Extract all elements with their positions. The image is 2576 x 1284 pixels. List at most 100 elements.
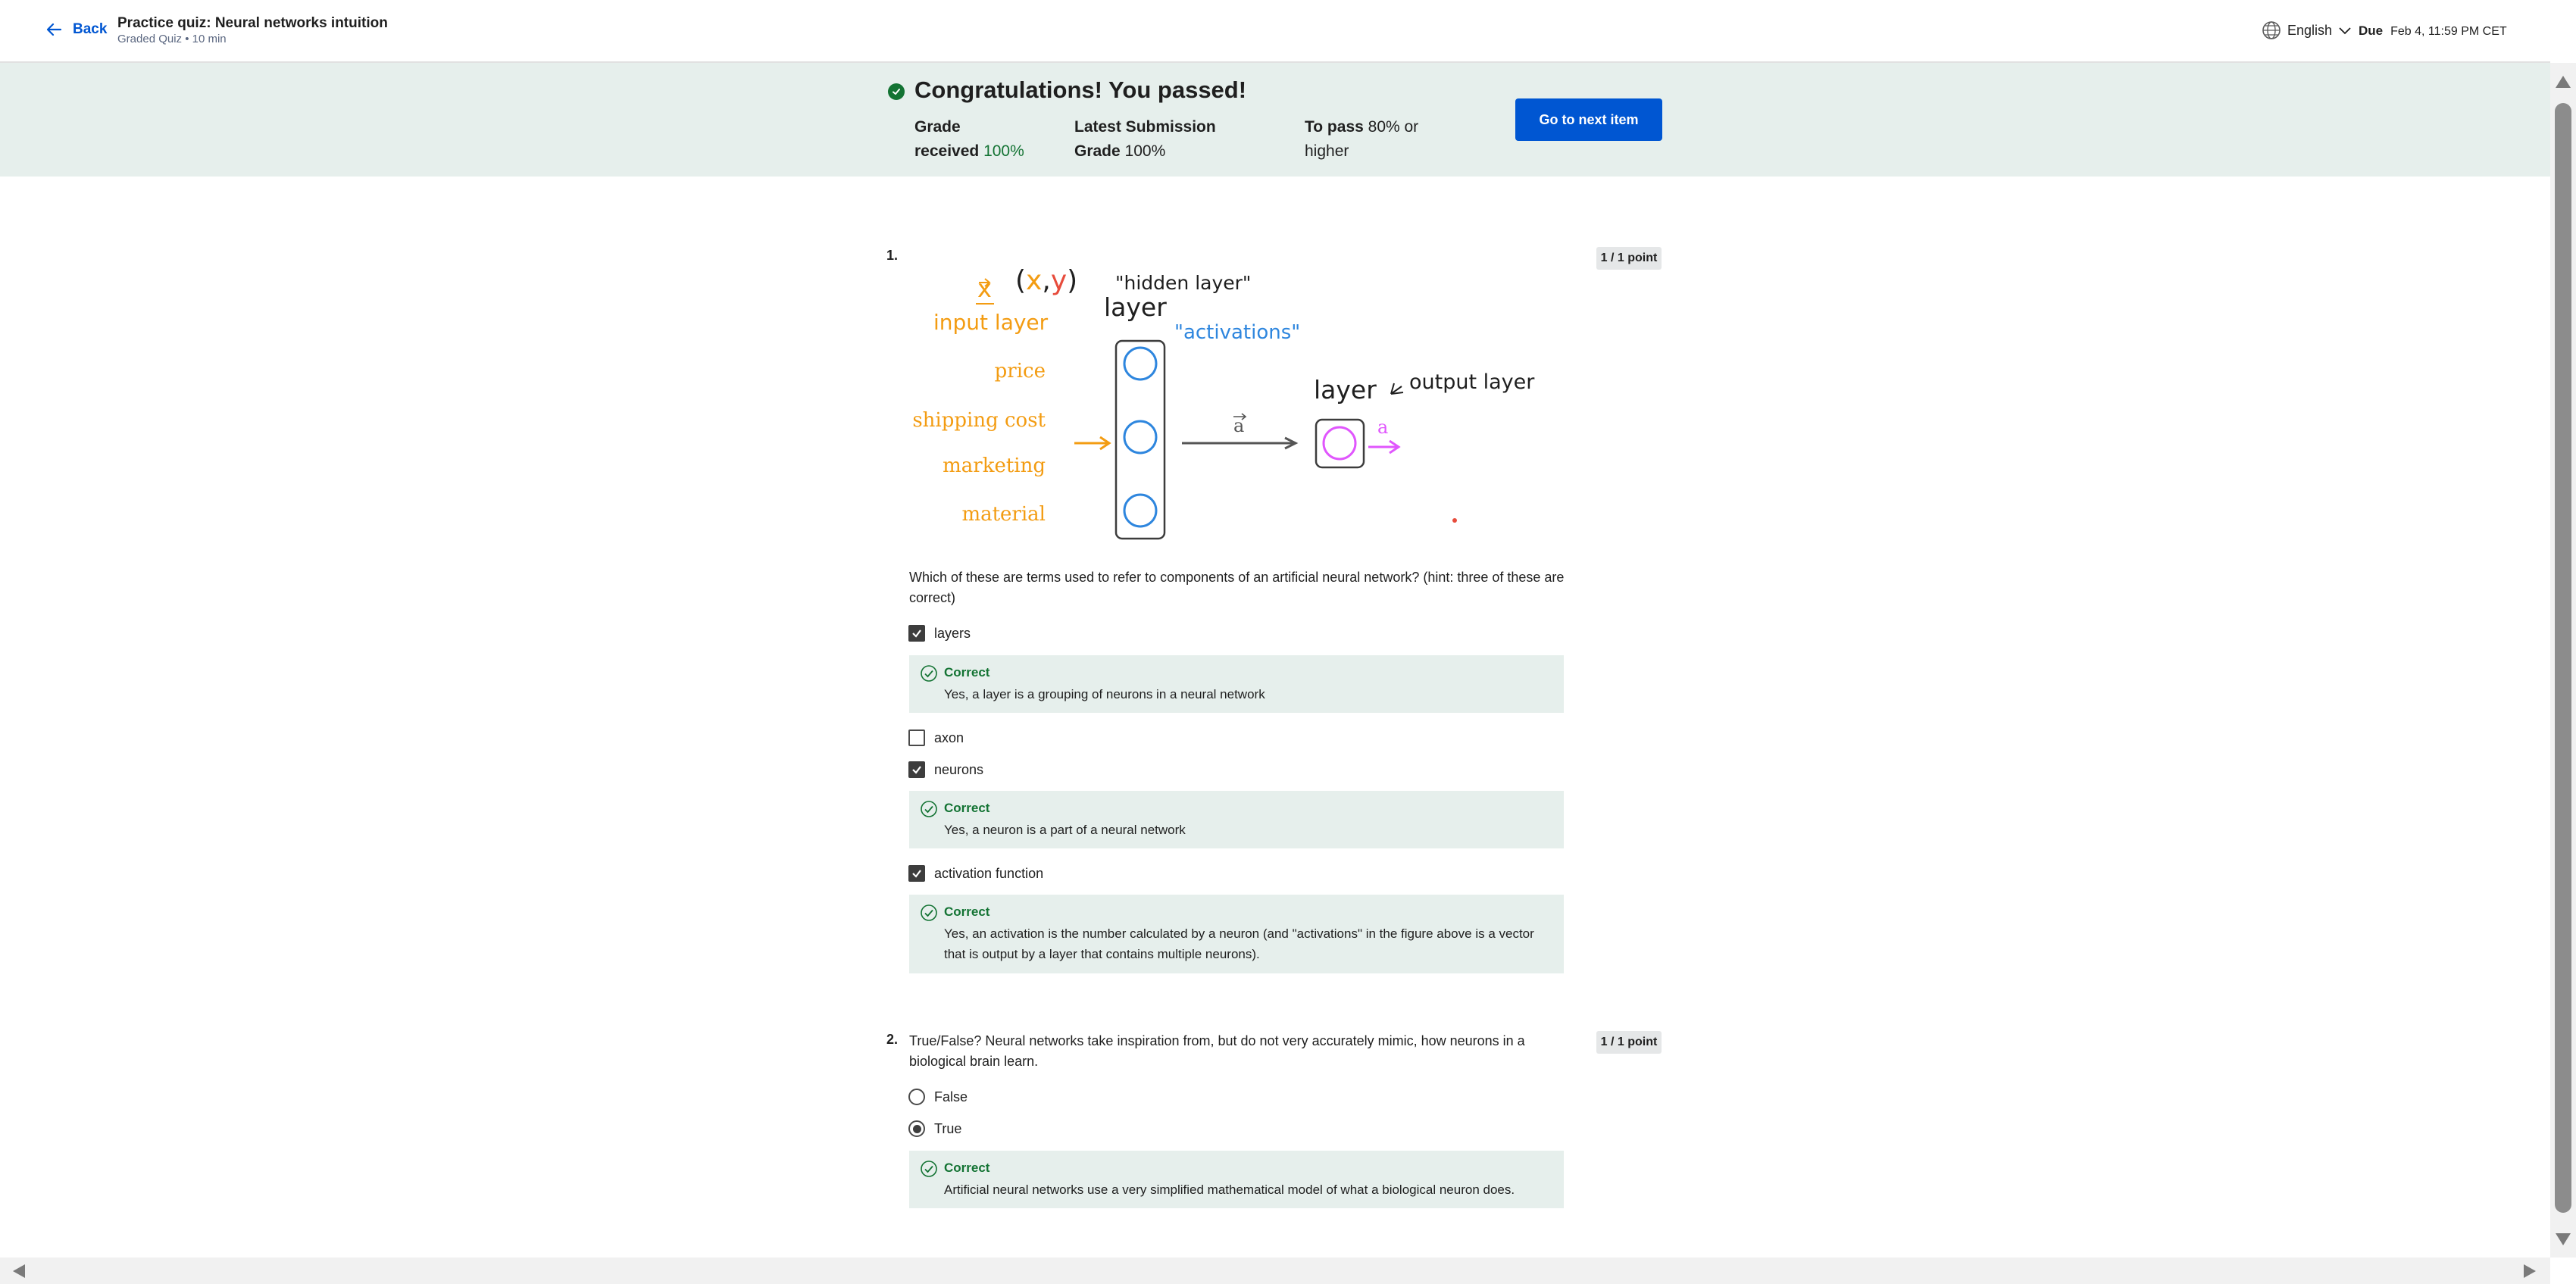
feedback-title: Correct	[944, 665, 990, 679]
radio-unchecked-icon[interactable]	[908, 1089, 925, 1105]
diagram-x-label: x	[977, 274, 992, 303]
feedback-text: Yes, a layer is a grouping of neurons in…	[944, 687, 1265, 701]
vertical-scroll-thumb[interactable]	[2555, 103, 2571, 1213]
horizontal-scrollbar[interactable]	[0, 1257, 2550, 1284]
feedback-text: Yes, a neuron is a part of a neural netw…	[944, 823, 1186, 837]
question-1-number: 1.	[886, 248, 899, 263]
option-false[interactable]: False	[908, 1089, 968, 1105]
option-label: False	[934, 1089, 968, 1104]
feedback-layers: Correct Yes, a layer is a grouping of ne…	[909, 655, 1564, 713]
globe-icon	[2262, 21, 2281, 39]
question-1-points: 1 / 1 point	[1596, 247, 1662, 270]
feedback-title: Correct	[944, 801, 990, 815]
hidden-layer-label: "hidden layer"	[1115, 272, 1251, 294]
hidden-neuron-3	[1123, 493, 1158, 528]
next-item-button[interactable]: Go to next item	[1515, 98, 1662, 141]
feedback-text: Artificial neural networks use a very si…	[944, 1182, 1515, 1197]
checkbox-checked-icon[interactable]	[908, 761, 925, 778]
grade-received: Grade received 100%	[914, 115, 1024, 164]
question-2-points: 1 / 1 point	[1596, 1031, 1662, 1054]
diagram-pair-label: (x,y)	[1015, 265, 1077, 296]
option-label: neurons	[934, 761, 984, 777]
hidden-neuron-2	[1123, 420, 1158, 455]
feature-shipping: shipping cost	[912, 409, 1046, 432]
scroll-left-icon[interactable]	[12, 1264, 26, 1279]
check-circle-outline-icon	[921, 665, 937, 682]
input-layer-label: input layer	[933, 310, 1049, 335]
pass-label: To pass	[1305, 118, 1364, 136]
scroll-right-icon[interactable]	[2523, 1264, 2537, 1279]
feedback-title: Correct	[944, 1161, 990, 1175]
question-2-text: True/False? Neural networks take inspira…	[909, 1033, 1525, 1069]
check-circle-outline-icon	[921, 1161, 937, 1177]
pass-threshold: To pass 80% or higher	[1305, 115, 1418, 164]
option-layers[interactable]: layers	[908, 625, 971, 642]
question-1-text: Which of these are terms used to refer t…	[909, 570, 1565, 605]
layer1-label: layer	[1104, 292, 1167, 322]
check-circle-outline-icon	[921, 801, 937, 817]
checkbox-checked-icon[interactable]	[908, 625, 925, 642]
latest-label-1: Latest Submission	[1074, 118, 1216, 136]
feature-price: price	[995, 360, 1046, 383]
feedback-neurons: Correct Yes, a neuron is a part of a neu…	[909, 791, 1564, 848]
option-label: axon	[934, 729, 964, 745]
language-selector[interactable]: English	[2262, 20, 2352, 40]
latest-label-2: Grade	[1074, 142, 1121, 160]
pass-value-1: 80% or	[1368, 118, 1419, 136]
hidden-neuron-1	[1123, 346, 1158, 381]
due-label: Due	[2359, 23, 2384, 38]
checkbox-checked-icon[interactable]	[908, 865, 925, 882]
grade-label-1: Grade	[914, 118, 961, 136]
arrow-left-icon	[46, 23, 62, 36]
check-circle-outline-icon	[921, 904, 937, 921]
quiz-subtitle: Graded Quiz • 10 min	[117, 33, 227, 45]
question-2-number: 2.	[886, 1032, 899, 1047]
feedback-true: Correct Artificial neural networks use a…	[909, 1151, 1564, 1208]
output-neuron	[1322, 426, 1357, 461]
latest-value: 100%	[1124, 142, 1166, 160]
feature-material: material	[961, 503, 1046, 526]
layer2-label: layer	[1314, 375, 1377, 405]
due-date: Due Feb 4, 11:59 PM CET	[2359, 23, 2507, 39]
feedback-text: Yes, an activation is the number calcula…	[944, 926, 1534, 961]
red-dot	[1452, 518, 1457, 523]
option-axon[interactable]: axon	[908, 729, 964, 746]
option-label: True	[934, 1120, 962, 1136]
output-layer-label: output layer	[1409, 370, 1535, 394]
pass-title: Congratulations! You passed!	[914, 77, 1247, 103]
grade-label-2: received	[914, 142, 980, 160]
scroll-up-icon[interactable]	[2555, 74, 2571, 89]
radio-checked-icon[interactable]	[908, 1120, 925, 1137]
pass-value-2: higher	[1305, 142, 1349, 160]
feedback-title: Correct	[944, 904, 990, 919]
quiz-title: Practice quiz: Neural networks intuition	[117, 15, 388, 31]
latest-grade: Latest Submission Grade 100%	[1074, 115, 1216, 164]
option-label: activation function	[934, 865, 1044, 881]
activations-label: "activations"	[1174, 321, 1300, 344]
chevron-down-icon	[2339, 27, 2351, 35]
scroll-down-icon[interactable]	[2555, 1232, 2571, 1247]
due-value: Feb 4, 11:59 PM CET	[2390, 25, 2507, 38]
option-neurons[interactable]: neurons	[908, 761, 983, 778]
output-arrow	[1368, 439, 1401, 455]
grade-value: 100%	[983, 142, 1024, 160]
option-activation-function[interactable]: activation function	[908, 865, 1043, 882]
feedback-activation: Correct Yes, an activation is the number…	[909, 895, 1564, 973]
neural-network-diagram: x (x,y) "hidden layer" layer input layer…	[912, 265, 1535, 540]
back-label: Back	[73, 21, 108, 37]
feature-marketing: marketing	[943, 455, 1046, 477]
back-button[interactable]: Back	[45, 21, 107, 38]
quiz-page: Back Practice quiz: Neural networks intu…	[0, 0, 2576, 1284]
check-circle-icon	[888, 83, 905, 100]
result-banner	[0, 63, 2550, 177]
option-true[interactable]: True	[908, 1120, 961, 1137]
input-arrow	[1074, 436, 1111, 451]
top-bar: Back Practice quiz: Neural networks intu…	[0, 0, 2550, 63]
output-a-label: a	[1377, 417, 1388, 438]
hidden-layer-box	[1114, 339, 1166, 540]
output-pointer-arrow	[1390, 383, 1404, 395]
activation-arrow	[1182, 436, 1299, 450]
language-label: English	[2287, 22, 2333, 38]
option-label: layers	[934, 625, 971, 641]
checkbox-unchecked-icon[interactable]	[908, 729, 925, 746]
